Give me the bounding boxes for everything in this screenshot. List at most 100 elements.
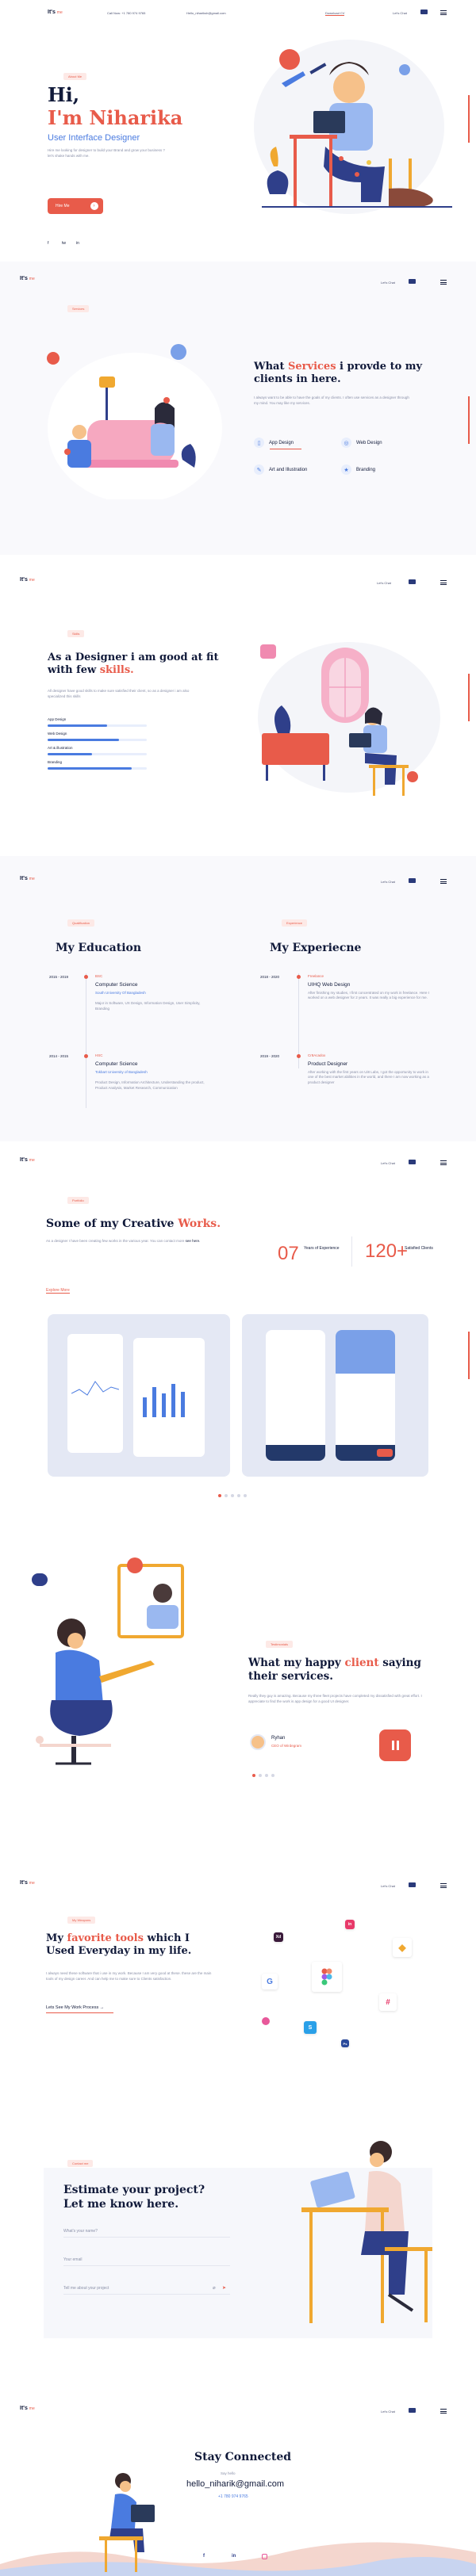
lets-chat-link[interactable]: Let's Chat bbox=[393, 11, 407, 15]
logo[interactable]: It's me bbox=[48, 10, 63, 15]
email-info[interactable]: Hello_nihariksh@gmail.com bbox=[186, 11, 226, 15]
slider-dot[interactable] bbox=[244, 1494, 247, 1497]
menu-icon[interactable] bbox=[440, 10, 447, 15]
slider-dot[interactable] bbox=[271, 1774, 274, 1777]
figma-icon bbox=[312, 1962, 342, 1992]
skill-bar-fill bbox=[48, 767, 132, 770]
logo[interactable]: It's me bbox=[20, 2406, 35, 2411]
education-title: My Education bbox=[56, 942, 142, 954]
figma-glyph bbox=[321, 1968, 332, 1986]
footer-phone[interactable]: +1 780 974 9765 bbox=[218, 2494, 248, 2499]
weapons-pill: My Weapons bbox=[67, 1917, 96, 1924]
service-web-design[interactable]: ◎ Web Design bbox=[341, 438, 382, 448]
menu-icon[interactable] bbox=[440, 580, 447, 585]
see-here-link[interactable]: see here. bbox=[186, 1239, 201, 1243]
timeline-dot bbox=[84, 975, 88, 979]
menu-icon[interactable] bbox=[440, 879, 447, 884]
star-icon: ★ bbox=[341, 464, 351, 475]
menu-icon[interactable] bbox=[440, 1883, 447, 1888]
flag-icon[interactable] bbox=[420, 10, 428, 14]
work-card-mobile-app[interactable] bbox=[242, 1314, 428, 1477]
slider-dot[interactable] bbox=[225, 1494, 228, 1497]
footer-email[interactable]: hello_niharik@gmail.com bbox=[186, 2479, 284, 2489]
scroll-indicator bbox=[468, 674, 470, 721]
experience-desc: After finishing my studies, I first conc… bbox=[308, 990, 430, 1000]
logo[interactable]: It's me bbox=[20, 577, 35, 583]
testimonial-dots[interactable] bbox=[252, 1774, 274, 1777]
send-icon[interactable]: ➤ bbox=[222, 2285, 226, 2291]
slider-dot-active[interactable] bbox=[218, 1494, 221, 1497]
phone-info[interactable]: Call Now: +1 780 974 9765 bbox=[107, 11, 145, 15]
services-pill: Services bbox=[67, 305, 90, 312]
sketch-icon: ◆ bbox=[393, 1938, 412, 1957]
logo[interactable]: It's me bbox=[20, 276, 35, 281]
lets-chat-link[interactable]: Let's Chat bbox=[381, 2410, 395, 2414]
logo[interactable]: It's me bbox=[20, 1157, 35, 1163]
menu-icon[interactable] bbox=[440, 1160, 447, 1165]
experience-item: Freelance UIHQ Web Design After finishin… bbox=[308, 974, 435, 1001]
flag-icon[interactable] bbox=[409, 2408, 416, 2413]
explore-more-link[interactable]: Explore More bbox=[46, 1288, 70, 1294]
footer-linkedin-icon[interactable]: in bbox=[232, 2554, 236, 2559]
stat-years-label: Years of Experience bbox=[304, 1246, 340, 1251]
lets-chat-link[interactable]: Let's Chat bbox=[381, 1161, 395, 1165]
flag-icon[interactable] bbox=[409, 1882, 416, 1887]
service-app-design[interactable]: ▯ App Design bbox=[254, 438, 294, 448]
slider-dot[interactable] bbox=[259, 1774, 262, 1777]
lets-chat-link[interactable]: Let's Chat bbox=[381, 281, 395, 285]
social-twitter-icon[interactable]: tw bbox=[62, 241, 66, 246]
footer-title: Stay Connected bbox=[194, 2451, 292, 2463]
flag-icon[interactable] bbox=[409, 878, 416, 883]
work-card-dashboard[interactable] bbox=[48, 1314, 230, 1477]
flag-icon[interactable] bbox=[409, 579, 416, 584]
hero-hi: Hi, bbox=[48, 83, 80, 106]
lets-chat-link[interactable]: Let's Chat bbox=[381, 880, 395, 884]
experience-title-item: UIHQ Web Design bbox=[308, 981, 351, 988]
flag-icon[interactable] bbox=[409, 1160, 416, 1164]
play-pause-button[interactable] bbox=[379, 1729, 411, 1761]
tools-title: My favorite tools which I Used Everyday … bbox=[46, 1932, 192, 1958]
logo[interactable]: It's me bbox=[20, 1880, 35, 1886]
education-tag: HSC bbox=[95, 1053, 103, 1057]
work-process-link[interactable]: Lets See My Work Process → bbox=[46, 2005, 104, 2010]
slider-dot[interactable] bbox=[237, 1494, 240, 1497]
email-field[interactable]: Your email bbox=[63, 2257, 230, 2266]
lets-chat-link[interactable]: Let's Chat bbox=[377, 581, 391, 585]
education-title-item: Computer Science bbox=[95, 981, 138, 988]
download-cv-link[interactable]: Download CV bbox=[325, 11, 345, 16]
menu-icon[interactable] bbox=[440, 2409, 447, 2414]
skills-illustration bbox=[258, 642, 440, 796]
footer-facebook-icon[interactable]: f bbox=[203, 2554, 205, 2559]
slider-dot-active[interactable] bbox=[252, 1774, 255, 1777]
flag-icon[interactable] bbox=[409, 279, 416, 284]
experience-years: 2018 - 2020 bbox=[260, 975, 280, 979]
dribbble-icon bbox=[262, 2017, 270, 2025]
logo[interactable]: It's me bbox=[20, 876, 35, 881]
experience-title-item: Product Designer bbox=[308, 1061, 348, 1067]
portfolio-pill: Portfolio bbox=[67, 1197, 89, 1204]
skill-bar-fill bbox=[48, 739, 119, 741]
slack-icon: # bbox=[379, 1993, 397, 2011]
education-desc: Major in Software, UX Design, Informatio… bbox=[95, 1001, 201, 1011]
skill-label: Art & illustration bbox=[48, 746, 73, 750]
service-art-illustration[interactable]: ✎ Art and Illustration bbox=[254, 464, 307, 475]
name-field[interactable]: What's your name? bbox=[63, 2229, 230, 2238]
slider-dots[interactable] bbox=[218, 1494, 247, 1497]
google-icon: G bbox=[262, 1974, 278, 1989]
contact-section: Contact me Estimate your project? Let me… bbox=[0, 2124, 476, 2386]
footer-waves bbox=[0, 2542, 476, 2576]
testimonials-pill: Testimonials bbox=[266, 1641, 294, 1648]
hire-me-button[interactable]: Hire Me › bbox=[48, 198, 103, 214]
social-linkedin-icon[interactable]: in bbox=[76, 241, 79, 246]
attach-icon[interactable]: ⌀ bbox=[213, 2285, 216, 2291]
footer-instagram-icon[interactable] bbox=[262, 2554, 267, 2559]
experience-title: My Experiecne bbox=[270, 942, 362, 954]
service-branding[interactable]: ★ Branding bbox=[341, 464, 375, 475]
work-process-underline bbox=[46, 2012, 113, 2013]
lets-chat-link[interactable]: Let's Chat bbox=[381, 1884, 395, 1888]
menu-icon[interactable] bbox=[440, 280, 447, 285]
skype-icon: S bbox=[304, 2021, 317, 2034]
slider-dot[interactable] bbox=[265, 1774, 268, 1777]
slider-dot[interactable] bbox=[231, 1494, 234, 1497]
message-field[interactable]: Tell me about your project bbox=[63, 2286, 230, 2295]
